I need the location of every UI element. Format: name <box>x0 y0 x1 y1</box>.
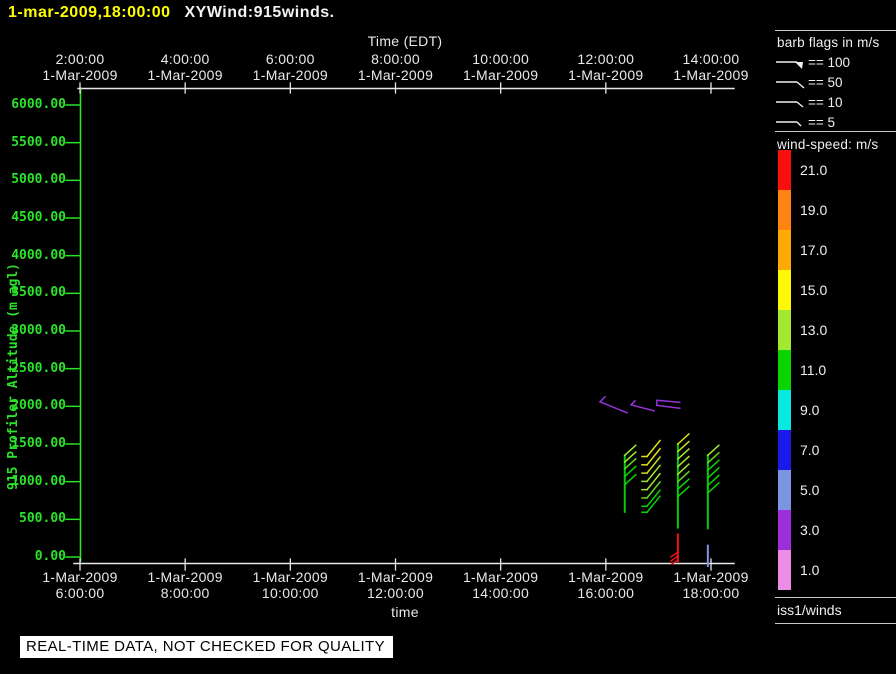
top-tick-date: 1-Mar-2009 <box>147 67 223 83</box>
colorbar-label: 15.0 <box>800 282 828 298</box>
bottom-tick-date: 1-Mar-2009 <box>42 569 118 585</box>
barb-flag-row: == 100 <box>776 54 850 70</box>
colorbar-swatch <box>778 150 791 190</box>
y-tick-label: 3500.00 <box>11 285 66 301</box>
bottom-tick-date: 1-Mar-2009 <box>462 569 539 585</box>
barb-flag-row: == 10 <box>776 94 843 110</box>
barb-flag-label: == 5 <box>808 114 836 130</box>
status-bar: REAL-TIME DATA, NOT CHECKED FOR QUALITY <box>20 636 393 658</box>
wind-barb <box>645 456 662 475</box>
y-tick-label: 5500.00 <box>11 134 66 150</box>
colorbar-swatch <box>778 430 791 470</box>
legend-divider <box>775 623 896 624</box>
y-tick-label: 6000.00 <box>11 97 66 112</box>
bottom-tick-date: 1-Mar-2009 <box>252 569 329 585</box>
colorbar-label: 19.0 <box>800 202 828 218</box>
barb-long-icon <box>776 80 805 89</box>
colorbar-swatch <box>778 310 791 350</box>
wind-barb <box>656 399 681 404</box>
top-tick-time: 14:00:00 <box>682 51 740 67</box>
y-tick-label: 2500.00 <box>11 360 66 376</box>
wind-barb <box>599 400 629 414</box>
wind-barb <box>645 464 662 483</box>
colorbar-swatch <box>778 550 791 590</box>
datasource-label: iss1/winds <box>777 602 842 618</box>
wind-barb <box>655 404 681 410</box>
top-tick-time: 12:00:00 <box>577 51 635 67</box>
wind-barb <box>645 472 662 491</box>
top-tick-time: 10:00:00 <box>472 51 530 67</box>
colorbar-label: 3.0 <box>800 522 820 538</box>
barb-flag-label: == 100 <box>808 54 851 70</box>
colorbar-label: 21.0 <box>800 162 828 178</box>
top-tick-date: 1-Mar-2009 <box>568 67 644 83</box>
top-tick-time: 6:00:00 <box>265 51 315 67</box>
legend-divider <box>775 131 896 132</box>
wind-barb <box>630 403 655 412</box>
colorbar-swatch <box>778 230 791 270</box>
y-tick-label: 500.00 <box>19 511 66 527</box>
bottom-tick-time: 12:00:00 <box>367 585 424 601</box>
bottom-tick-time: 18:00:00 <box>682 585 740 601</box>
bottom-tick-date: 1-Mar-2009 <box>673 569 749 585</box>
top-tick-time: 8:00:00 <box>371 51 420 67</box>
colorbar-swatch <box>778 270 791 310</box>
colorbar-label: 11.0 <box>800 362 827 378</box>
legend-divider <box>775 597 896 598</box>
colorbar-swatch <box>778 470 791 510</box>
barb-full-icon <box>776 100 804 108</box>
wind-barb <box>645 480 662 500</box>
bottom-tick-time: 8:00:00 <box>160 585 210 601</box>
colorbar-label: 9.0 <box>800 402 820 418</box>
barb-half-icon <box>776 120 802 126</box>
bottom-tick-time: 10:00:00 <box>261 585 319 601</box>
bottom-tick-time: 14:00:00 <box>472 585 530 601</box>
top-tick-date: 1-Mar-2009 <box>357 67 434 83</box>
y-tick-label: 3000.00 <box>11 323 66 338</box>
wind-barb <box>598 395 607 403</box>
colorbar-label: 17.0 <box>800 242 828 258</box>
top-tick-date: 1-Mar-2009 <box>673 67 749 83</box>
bottom-tick-time: 16:00:00 <box>577 585 635 601</box>
y-tick-label: 4500.00 <box>11 210 66 225</box>
y-tick-label: 5000.00 <box>11 172 66 188</box>
top-tick-time: 4:00:00 <box>160 51 210 67</box>
legend-divider <box>775 30 896 31</box>
colorbar-label: 5.0 <box>800 482 820 498</box>
bottom-tick-time: 6:00:00 <box>55 585 105 601</box>
wind-barb-feather <box>623 473 637 486</box>
bottom-tick-date: 1-Mar-2009 <box>147 569 223 585</box>
colorbar-label: 13.0 <box>800 322 828 338</box>
barb-flag-row: == 50 <box>776 74 843 90</box>
colorbar-label: 1.0 <box>800 562 820 578</box>
y-tick-label: 1500.00 <box>11 436 66 451</box>
wind-barb <box>645 447 662 466</box>
top-tick-date: 1-Mar-2009 <box>252 67 329 83</box>
colorbar-title: wind-speed: m/s <box>777 137 879 152</box>
colorbar-label: 7.0 <box>800 442 820 458</box>
barb-flag-label: == 10 <box>808 94 843 110</box>
barb-flag-label: == 50 <box>808 74 843 90</box>
barb-flags-title: barb flags in m/s <box>777 35 880 50</box>
y-tick-label: 0.00 <box>34 549 66 564</box>
colorbar-swatch <box>778 190 791 230</box>
top-tick-date: 1-Mar-2009 <box>42 67 118 83</box>
top-tick-date: 1-Mar-2009 <box>462 67 539 83</box>
y-tick-label: 4000.00 <box>11 247 66 263</box>
barb-flag-row: == 5 <box>776 114 835 130</box>
colorbar-swatch <box>778 350 791 390</box>
top-tick-time: 2:00:00 <box>55 51 105 67</box>
y-tick-label: 2000.00 <box>11 398 66 414</box>
wind-barb <box>645 439 662 458</box>
y-tick-label: 1000.00 <box>11 473 66 489</box>
bottom-tick-date: 1-Mar-2009 <box>568 569 644 585</box>
colorbar-swatch <box>778 510 791 550</box>
app-window: 1-mar-2009,18:00:00 XYWind:915winds. Tim… <box>0 0 896 674</box>
wind-barb <box>630 399 637 406</box>
colorbar-swatch <box>778 390 791 430</box>
pennant-filled-icon <box>776 60 803 69</box>
bottom-tick-date: 1-Mar-2009 <box>357 569 434 585</box>
